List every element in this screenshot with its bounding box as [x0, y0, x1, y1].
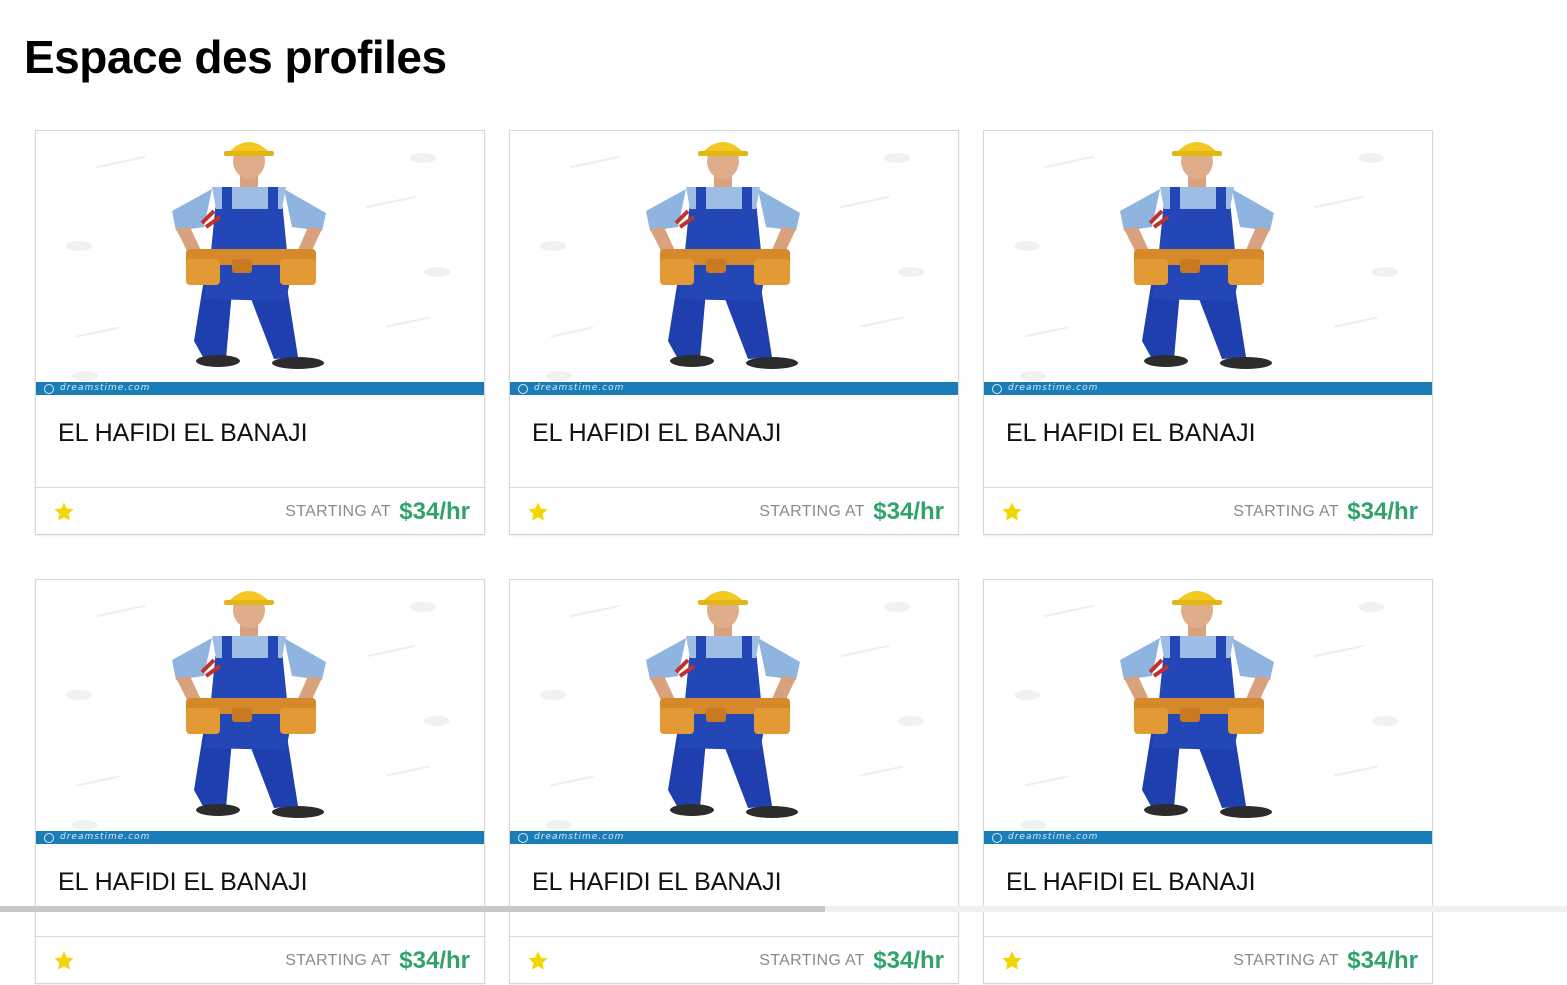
watermark-logo-icon — [518, 384, 528, 394]
starting-at-label: STARTING AT — [285, 503, 391, 520]
profile-name[interactable]: EL HAFIDI EL BANAJI — [532, 868, 782, 897]
watermark-logo-icon — [992, 833, 1002, 843]
hourly-price: $34/hr — [399, 947, 470, 974]
profile-name[interactable]: EL HAFIDI EL BANAJI — [1006, 419, 1256, 448]
profile-card[interactable]: dreamstime.com EL HAFIDI EL BANAJI START… — [509, 579, 959, 984]
watermark-bar: dreamstime.com — [36, 382, 484, 395]
watermark-logo-icon — [44, 833, 54, 843]
worker-photo — [646, 591, 800, 818]
profile-card[interactable]: dreamstime.com EL HAFIDI EL BANAJI START… — [35, 130, 485, 535]
profile-name[interactable]: EL HAFIDI EL BANAJI — [58, 868, 308, 897]
watermark-bar: dreamstime.com — [984, 382, 1432, 395]
watermark-text: dreamstime.com — [1008, 832, 1099, 842]
starting-at-label: STARTING AT — [1233, 503, 1339, 520]
profile-image[interactable]: dreamstime.com — [510, 580, 958, 844]
watermark-text: dreamstime.com — [60, 832, 151, 842]
profile-image[interactable]: dreamstime.com — [36, 131, 484, 395]
hourly-price: $34/hr — [399, 498, 470, 525]
starting-at-label: STARTING AT — [759, 952, 865, 969]
watermark-bar: dreamstime.com — [984, 831, 1432, 844]
profile-card[interactable]: dreamstime.com EL HAFIDI EL BANAJI START… — [35, 579, 485, 984]
star-icon[interactable] — [526, 949, 550, 973]
watermark-logo-icon — [992, 384, 1002, 394]
profile-image[interactable]: dreamstime.com — [36, 580, 484, 844]
watermark-text: dreamstime.com — [60, 383, 151, 393]
watermark-bar: dreamstime.com — [36, 831, 484, 844]
profile-card[interactable]: dreamstime.com EL HAFIDI EL BANAJI START… — [983, 130, 1433, 535]
scrollbar-thumb[interactable] — [0, 906, 825, 912]
star-icon[interactable] — [1000, 500, 1024, 524]
price-block: STARTING AT $34/hr — [285, 937, 470, 985]
worker-photo — [646, 142, 800, 369]
watermark-bar: dreamstime.com — [510, 382, 958, 395]
profile-image[interactable]: dreamstime.com — [510, 131, 958, 395]
star-icon[interactable] — [52, 500, 76, 524]
profile-card[interactable]: dreamstime.com EL HAFIDI EL BANAJI START… — [509, 130, 959, 535]
price-block: STARTING AT $34/hr — [285, 488, 470, 536]
card-footer: STARTING AT $34/hr — [984, 487, 1432, 535]
worker-photo — [172, 591, 326, 818]
card-footer: STARTING AT $34/hr — [984, 936, 1432, 984]
star-icon[interactable] — [526, 500, 550, 524]
watermark-logo-icon — [44, 384, 54, 394]
star-icon[interactable] — [1000, 949, 1024, 973]
profile-name[interactable]: EL HAFIDI EL BANAJI — [1006, 868, 1256, 897]
hourly-price: $34/hr — [1347, 947, 1418, 974]
starting-at-label: STARTING AT — [1233, 952, 1339, 969]
profile-image[interactable]: dreamstime.com — [984, 131, 1432, 395]
price-block: STARTING AT $34/hr — [1233, 937, 1418, 985]
card-footer: STARTING AT $34/hr — [510, 936, 958, 984]
watermark-text: dreamstime.com — [534, 832, 625, 842]
worker-photo — [1120, 591, 1274, 818]
horizontal-scrollbar[interactable] — [0, 906, 1567, 912]
watermark-text: dreamstime.com — [1008, 383, 1099, 393]
page-title: Espace des profiles — [24, 31, 447, 83]
starting-at-label: STARTING AT — [759, 503, 865, 520]
profile-card[interactable]: dreamstime.com EL HAFIDI EL BANAJI START… — [983, 579, 1433, 984]
card-footer: STARTING AT $34/hr — [36, 487, 484, 535]
star-icon[interactable] — [52, 949, 76, 973]
price-block: STARTING AT $34/hr — [759, 937, 944, 985]
starting-at-label: STARTING AT — [285, 952, 391, 969]
worker-photo — [172, 142, 326, 369]
profile-name[interactable]: EL HAFIDI EL BANAJI — [532, 419, 782, 448]
worker-photo — [1120, 142, 1274, 369]
hourly-price: $34/hr — [873, 498, 944, 525]
profile-image[interactable]: dreamstime.com — [984, 580, 1432, 844]
card-footer: STARTING AT $34/hr — [510, 487, 958, 535]
hourly-price: $34/hr — [873, 947, 944, 974]
watermark-bar: dreamstime.com — [510, 831, 958, 844]
watermark-text: dreamstime.com — [534, 383, 625, 393]
watermark-logo-icon — [518, 833, 528, 843]
profile-name[interactable]: EL HAFIDI EL BANAJI — [58, 419, 308, 448]
price-block: STARTING AT $34/hr — [759, 488, 944, 536]
price-block: STARTING AT $34/hr — [1233, 488, 1418, 536]
card-footer: STARTING AT $34/hr — [36, 936, 484, 984]
hourly-price: $34/hr — [1347, 498, 1418, 525]
